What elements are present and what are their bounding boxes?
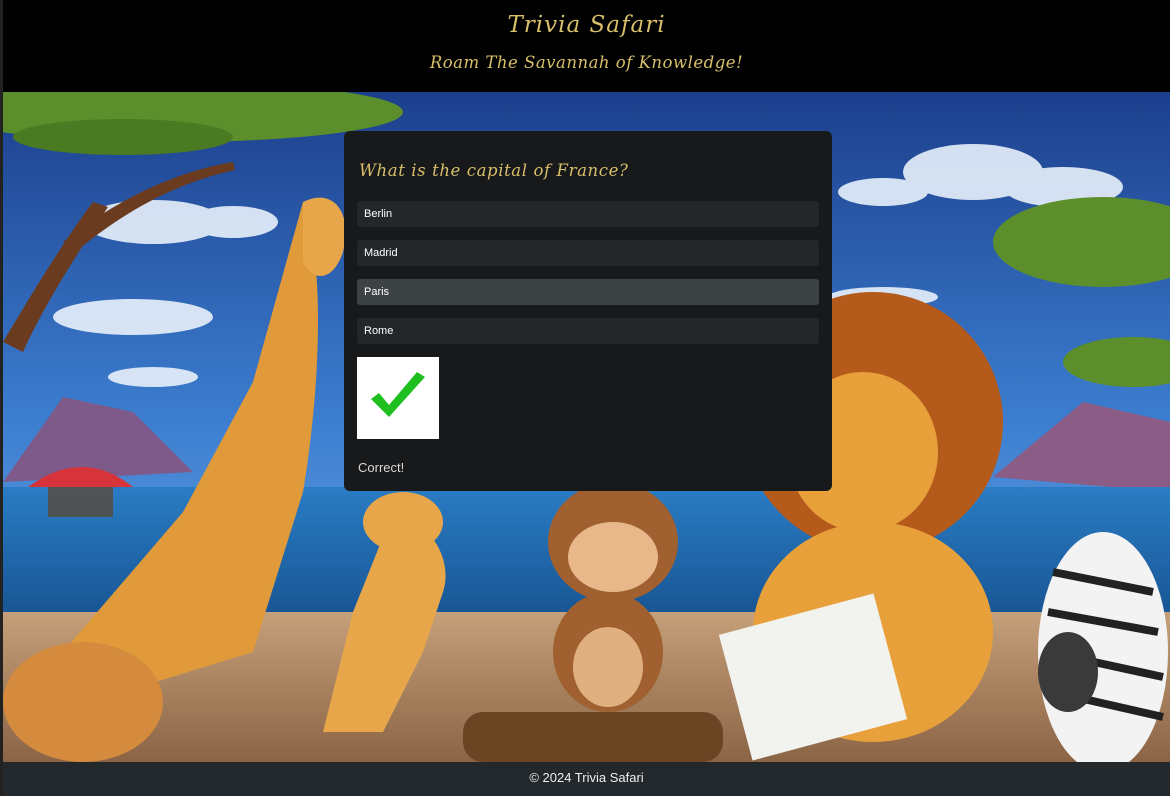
site-subtitle: Roam The Savannah of Knowledge! [429, 53, 744, 72]
site-title: Trivia Safari [507, 12, 666, 38]
question-text: What is the capital of France? [359, 161, 629, 180]
answer-option-paris[interactable]: Paris [357, 279, 819, 305]
copyright-text: © 2024 Trivia Safari [529, 770, 644, 785]
answer-option-berlin[interactable]: Berlin [357, 201, 819, 227]
result-message: Correct! [358, 460, 405, 475]
site-footer: © 2024 Trivia Safari [3, 762, 1170, 796]
answer-option-rome[interactable]: Rome [357, 318, 819, 344]
quiz-card: What is the capital of France? Berlin Ma… [344, 131, 832, 491]
green-checkmark-icon [357, 357, 439, 439]
site-header: Trivia Safari Roam The Savannah of Knowl… [3, 0, 1170, 92]
answer-option-madrid[interactable]: Madrid [357, 240, 819, 266]
